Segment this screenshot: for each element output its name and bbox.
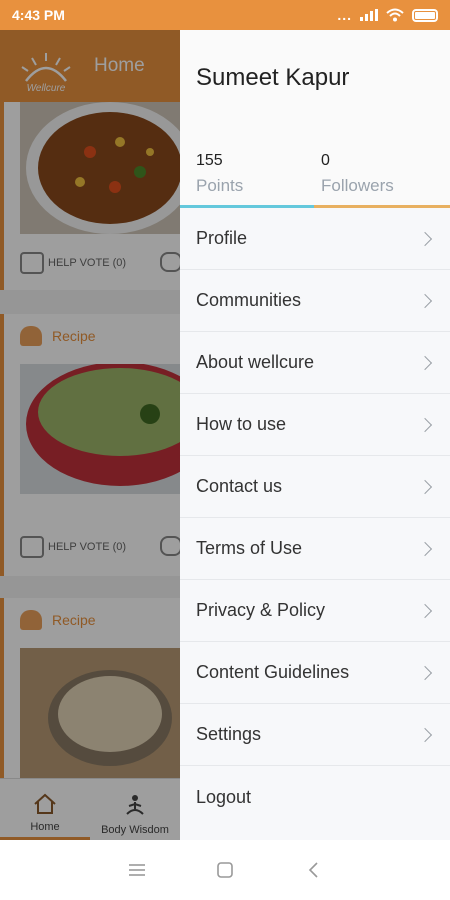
followers-stat[interactable]: 0 Followers — [321, 152, 394, 196]
menu-item-label: Privacy & Policy — [196, 600, 326, 620]
user-name: Sumeet Kapur — [196, 64, 350, 91]
menu-item-content-guidelines[interactable]: Content Guidelines — [180, 642, 450, 704]
status-bar: 4:43 PM ... — [0, 0, 450, 30]
menu-item-label: About wellcure — [196, 352, 315, 372]
chevron-right-icon — [417, 603, 433, 618]
points-label: Points — [196, 176, 244, 195]
drawer-header: Sumeet Kapur 155 Points 0 Followers — [180, 30, 450, 208]
status-icons: ... — [337, 7, 438, 23]
battery-icon — [412, 8, 438, 22]
chevron-right-icon — [417, 417, 433, 432]
menu-item-label: Communities — [196, 290, 302, 310]
drawer-scrim[interactable] — [0, 30, 180, 840]
points-underline — [180, 205, 314, 208]
followers-underline — [314, 205, 450, 208]
menu-item-logout[interactable]: Logout — [180, 766, 450, 828]
chevron-right-icon — [417, 231, 433, 246]
status-time: 4:43 PM — [12, 7, 65, 23]
back-button[interactable] — [299, 856, 327, 884]
menu-item-about[interactable]: About wellcure — [180, 332, 450, 394]
menu-item-label: Settings — [196, 724, 262, 744]
chevron-right-icon — [417, 541, 433, 556]
menu-item-label: Contact us — [196, 476, 283, 496]
recents-button[interactable] — [123, 856, 151, 884]
menu-item-label: How to use — [196, 414, 287, 434]
followers-label: Followers — [321, 176, 394, 195]
menu-item-communities[interactable]: Communities — [180, 270, 450, 332]
menu-item-how-to-use[interactable]: How to use — [180, 394, 450, 456]
chevron-right-icon — [417, 293, 433, 308]
chevron-right-icon — [417, 665, 433, 680]
menu-item-label: Logout — [196, 786, 252, 807]
followers-count: 0 — [321, 152, 330, 169]
chevron-right-icon — [417, 479, 433, 494]
menu-item-profile[interactable]: Profile — [180, 208, 450, 270]
menu-item-contact[interactable]: Contact us — [180, 456, 450, 518]
square-icon — [217, 862, 233, 878]
menu-item-label: Profile — [196, 228, 248, 248]
menu-item-settings[interactable]: Settings — [180, 704, 450, 766]
menu-item-label: Content Guidelines — [196, 662, 350, 682]
more-dots-icon: ... — [337, 7, 352, 23]
menu-lines-icon — [129, 864, 145, 876]
chevron-right-icon — [417, 355, 433, 370]
wifi-icon — [386, 8, 404, 22]
signal-icon — [360, 9, 378, 21]
menu-item-label: Terms of Use — [196, 538, 303, 558]
points-stat[interactable]: 155 Points — [196, 152, 243, 196]
chevron-right-icon — [417, 727, 433, 742]
back-arrow-icon — [308, 862, 318, 878]
system-nav-bar — [0, 840, 450, 900]
menu-item-privacy[interactable]: Privacy & Policy — [180, 580, 450, 642]
points-count: 155 — [196, 152, 223, 169]
home-button[interactable] — [211, 856, 239, 884]
navigation-drawer: Sumeet Kapur 155 Points 0 Followers Prof… — [180, 30, 450, 840]
menu-item-terms[interactable]: Terms of Use — [180, 518, 450, 580]
